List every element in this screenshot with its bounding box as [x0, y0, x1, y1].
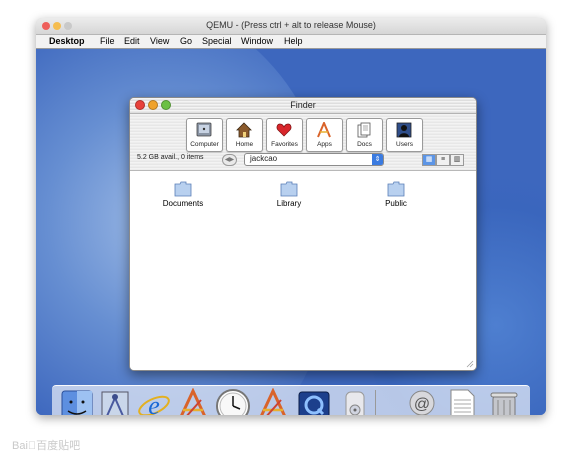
home-icon [236, 122, 252, 138]
folder-icon [174, 181, 192, 197]
menu-desktop[interactable]: Desktop [49, 36, 85, 46]
toolbar-apps-button[interactable]: Apps [306, 118, 343, 152]
toolbar-computer-button[interactable]: Computer [186, 118, 223, 152]
clock-icon[interactable] [215, 388, 251, 415]
folder-label: Library [276, 199, 302, 208]
menu-edit[interactable]: Edit [124, 36, 140, 46]
finder-toolbar: Computer Home Favorites Apps Docs Users … [130, 114, 476, 171]
toolbar-users-button[interactable]: Users [386, 118, 423, 152]
toolbar-home-button[interactable]: Home [226, 118, 263, 152]
folder-icon [387, 181, 405, 197]
folder-library[interactable]: Library [259, 181, 319, 208]
menu-bar: Desktop File Edit View Go Special Window… [36, 35, 546, 49]
folder-documents[interactable]: Documents [153, 181, 213, 208]
mail-icon[interactable] [97, 388, 133, 415]
toolbar-favorites-button[interactable]: Favorites [266, 118, 303, 152]
heart-icon [276, 123, 292, 137]
folder-label: Public [385, 199, 407, 208]
toolbar-apps-label: Apps [317, 141, 332, 148]
menu-go[interactable]: Go [180, 36, 192, 46]
menu-view[interactable]: View [150, 36, 169, 46]
trash-icon[interactable] [486, 388, 522, 415]
apps-icon [317, 122, 331, 138]
menu-window[interactable]: Window [241, 36, 273, 46]
finder-window: Finder Computer Home Favorites Apps Docs… [129, 97, 477, 371]
column-view-button[interactable]: ▥ [450, 154, 464, 166]
path-popup[interactable]: jackcao ⇕ [244, 153, 384, 166]
finder-title: Finder [290, 100, 316, 110]
mac-desktop: Desktop File Edit View Go Special Window… [36, 35, 546, 415]
toolbar-favorites-label: Favorites [271, 141, 298, 148]
finder-content: Documents Library Public [130, 171, 476, 370]
path-label: jackcao [250, 154, 278, 163]
watermark: Bai 百度贴吧 [12, 440, 81, 452]
svg-text:e: e [148, 391, 160, 415]
folder-icon [280, 181, 298, 197]
back-button[interactable]: ◀▶ [222, 154, 237, 166]
qemu-titlebar[interactable]: QEMU - (Press ctrl + alt to release Mous… [36, 18, 546, 35]
list-view-button[interactable]: ≡ [436, 154, 450, 166]
icon-view-button[interactable]: ▦ [422, 154, 436, 166]
apps-icon[interactable] [255, 388, 291, 415]
finder-titlebar[interactable]: Finder [130, 98, 476, 114]
finder-icon[interactable] [59, 388, 95, 415]
quicktime-icon[interactable] [296, 388, 332, 415]
internet-explorer-icon[interactable]: e [136, 388, 172, 415]
toolbar-docs-label: Docs [357, 141, 372, 148]
apps-icon[interactable] [175, 388, 211, 415]
toolbar-computer-label: Computer [190, 141, 219, 148]
resize-grip-icon[interactable] [466, 360, 474, 368]
disk-status: 5.2 GB avail., 0 items [137, 154, 204, 161]
folder-public[interactable]: Public [366, 181, 426, 208]
qemu-window: QEMU - (Press ctrl + alt to release Mous… [36, 18, 546, 415]
toolbar-users-label: Users [396, 141, 413, 148]
menu-file[interactable]: File [100, 36, 115, 46]
users-icon [396, 122, 412, 138]
mail-at-icon[interactable]: @ [404, 388, 440, 415]
dock-separator [375, 390, 376, 415]
toolbar-home-label: Home [235, 141, 254, 148]
chevron-updown-icon: ⇕ [372, 154, 383, 165]
qemu-title: QEMU - (Press ctrl + alt to release Mous… [206, 20, 376, 30]
menu-special[interactable]: Special [202, 36, 232, 46]
documents-icon [357, 122, 371, 138]
dock: e @ [52, 385, 530, 415]
folder-label: Documents [162, 199, 204, 208]
menu-help[interactable]: Help [284, 36, 303, 46]
speaker-icon[interactable] [337, 388, 373, 415]
svg-text:@: @ [414, 396, 430, 413]
text-document-icon[interactable] [444, 388, 480, 415]
toolbar-docs-button[interactable]: Docs [346, 118, 383, 152]
computer-icon [196, 122, 212, 137]
